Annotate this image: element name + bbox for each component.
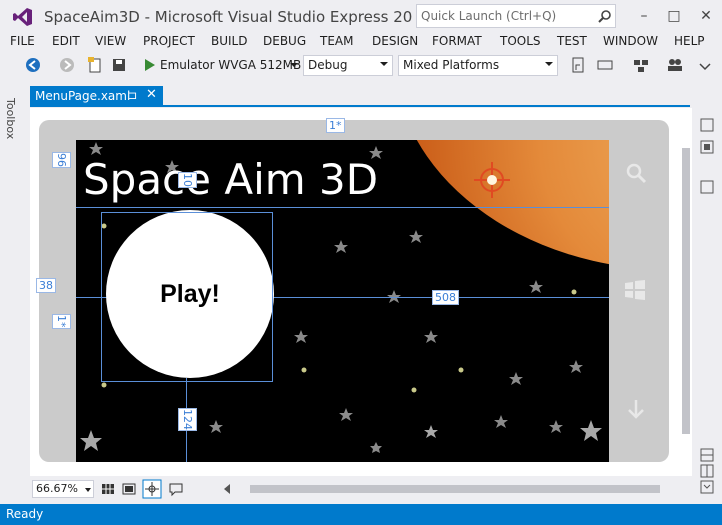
menu-window[interactable]: WINDOW <box>603 34 658 48</box>
menu-file[interactable]: FILE <box>10 34 35 48</box>
menu-design[interactable]: DESIGN <box>372 34 418 48</box>
windows-logo-icon <box>625 280 645 300</box>
toolbar: Emulator WVGA 512MB Debug Mixed Platform… <box>0 52 722 78</box>
platform-value: Mixed Platforms <box>403 58 500 72</box>
back-arrow-icon <box>628 400 644 419</box>
left-star-label: 1* <box>52 314 71 329</box>
menu-help[interactable]: HELP <box>674 34 705 48</box>
tab-label: MenuPage.xaml <box>35 89 131 103</box>
left-margin-label: 38 <box>36 278 56 293</box>
device-icon[interactable] <box>700 140 714 154</box>
width-dimension-label: 508 <box>432 290 459 305</box>
attach-icon[interactable] <box>570 56 588 74</box>
toolbox-label: Toolbox <box>4 98 17 140</box>
snap-lines-icon[interactable] <box>142 479 162 499</box>
quick-launch-placeholder: Quick Launch (Ctrl+Q) <box>421 9 557 23</box>
menu-format[interactable]: FORMAT <box>432 34 482 48</box>
maximize-button[interactable]: □ <box>660 4 688 28</box>
minimize-button[interactable]: – <box>630 4 658 28</box>
menu-edit[interactable]: EDIT <box>52 34 80 48</box>
configuration-value: Debug <box>308 58 348 72</box>
annotation-icon[interactable] <box>168 481 184 497</box>
quick-launch-input[interactable]: Quick Launch (Ctrl+Q) <box>416 4 616 28</box>
selection-adorner[interactable] <box>101 212 273 382</box>
zoom-value: 66.67% <box>36 482 78 495</box>
chevron-down-icon <box>380 62 388 66</box>
people-icon[interactable] <box>666 56 684 74</box>
more-icon[interactable] <box>696 56 714 74</box>
close-button[interactable]: ✕ <box>692 4 720 28</box>
status-text: Ready <box>6 507 44 521</box>
split-icon[interactable] <box>700 180 714 194</box>
horizontal-scrollbar[interactable] <box>222 482 664 496</box>
horizontal-scroll-thumb[interactable] <box>250 485 660 493</box>
menu-project[interactable]: PROJECT <box>143 34 195 48</box>
collapse-pane-icon[interactable] <box>700 480 714 494</box>
tab-menupage[interactable]: MenuPage.xaml ⊐ ✕ <box>30 86 163 106</box>
search-icon <box>598 10 611 23</box>
menu-build[interactable]: BUILD <box>211 34 247 48</box>
snap-grid-icon[interactable] <box>121 481 137 497</box>
menu-test[interactable]: TEST <box>557 34 587 48</box>
vs-logo-icon <box>13 8 32 26</box>
menu-team[interactable]: TEAM <box>320 34 353 48</box>
run-target-dropdown-arrow[interactable] <box>290 63 298 67</box>
save-all-icon[interactable] <box>110 56 128 74</box>
guide-line-top <box>76 207 609 208</box>
phone-screen[interactable]: Space Aim 3D Play! 508 124 10 <box>76 140 609 462</box>
chevron-down-icon <box>85 488 91 492</box>
title-bar: SpaceAim3D - Microsoft Visual Studio Exp… <box>0 0 722 32</box>
search-icon <box>626 163 647 184</box>
run-target-label[interactable]: Emulator WVGA 512MB <box>160 58 301 72</box>
vertical-split-icon[interactable] <box>700 464 714 478</box>
forward-arrow-icon[interactable] <box>58 56 76 74</box>
grid-icon[interactable] <box>100 481 116 497</box>
toolbox-panel-tab[interactable]: Toolbox <box>0 86 26 504</box>
new-project-icon[interactable] <box>86 56 104 74</box>
menu-bar: FILE EDIT VIEW PROJECT BUILD DEBUG TEAM … <box>0 32 722 52</box>
vertical-scrollbar[interactable] <box>680 108 692 476</box>
configuration-select[interactable]: Debug <box>303 55 393 76</box>
app-title-text[interactable]: Space Aim 3D <box>83 155 378 204</box>
chevron-down-icon <box>545 62 553 66</box>
layout-grid-icon[interactable] <box>632 56 650 74</box>
vertical-scroll-thumb[interactable] <box>682 148 690 434</box>
back-arrow-icon[interactable] <box>24 56 42 74</box>
right-tool-strip <box>694 108 722 498</box>
document-tab-row: MenuPage.xaml ⊐ ✕ <box>30 86 690 107</box>
window-title: SpaceAim3D - Microsoft Visual Studio Exp… <box>44 8 414 26</box>
menu-debug[interactable]: DEBUG <box>263 34 306 48</box>
row-height-label: 96 <box>52 152 71 168</box>
platform-select[interactable]: Mixed Platforms <box>398 55 558 76</box>
close-icon[interactable]: ✕ <box>146 87 157 102</box>
crosshair-icon <box>474 162 510 198</box>
top-star-label: 1* <box>326 118 345 133</box>
pin-icon[interactable]: ⊐ <box>128 89 137 102</box>
status-bar: Ready <box>0 504 722 525</box>
scroll-left-arrow-icon[interactable] <box>224 484 230 494</box>
bottom-dimension-label: 124 <box>178 408 197 431</box>
top-margin-label: 10 <box>178 172 197 188</box>
zoom-select[interactable]: 66.67% <box>32 480 94 498</box>
properties-icon[interactable] <box>700 118 714 132</box>
xaml-designer-surface[interactable]: Space Aim 3D Play! 508 124 10 1* 96 38 1… <box>30 108 692 476</box>
horizontal-split-icon[interactable] <box>700 448 714 462</box>
menu-view[interactable]: VIEW <box>95 34 126 48</box>
play-icon[interactable] <box>140 56 158 74</box>
phone-frame: Space Aim 3D Play! 508 124 10 <box>39 120 669 462</box>
device-icon[interactable] <box>596 56 614 74</box>
menu-tools[interactable]: TOOLS <box>500 34 541 48</box>
designer-bottom-bar: 66.67% <box>30 478 696 500</box>
